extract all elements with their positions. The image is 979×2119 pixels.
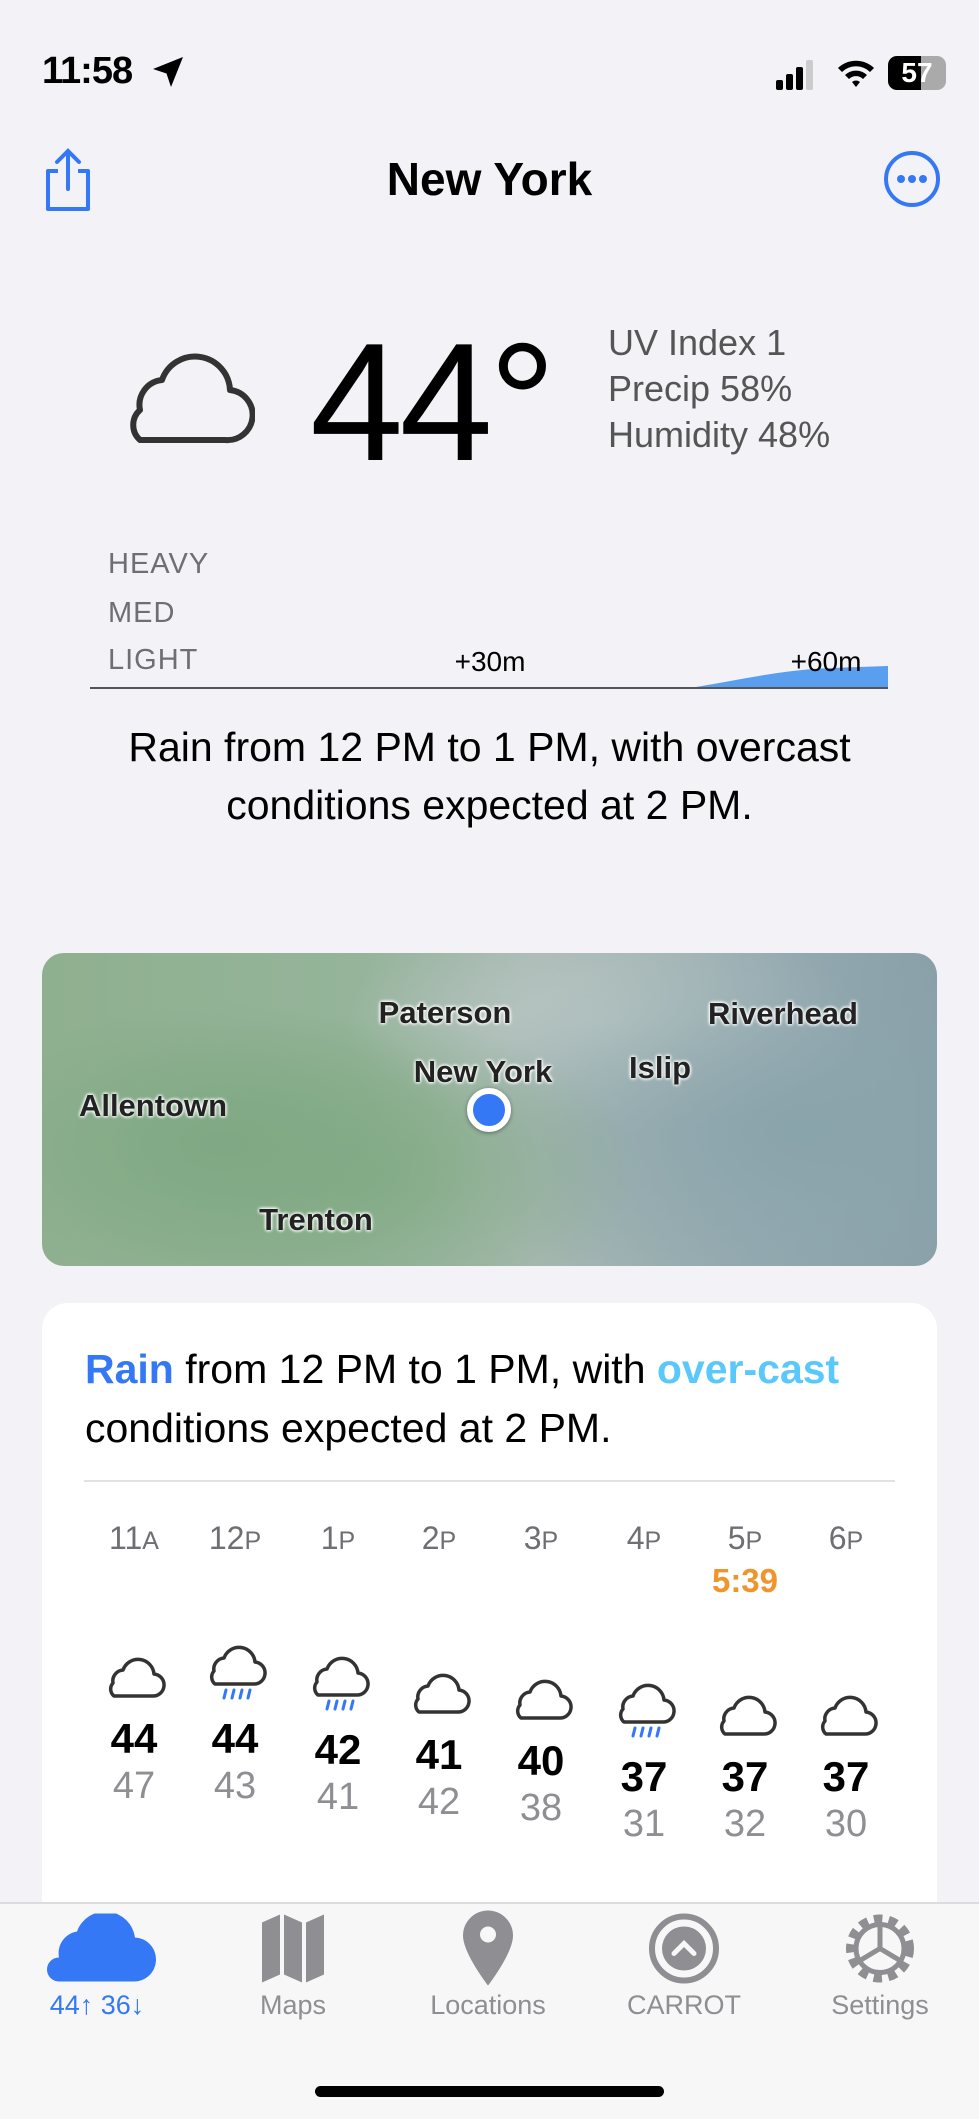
hour-number: 11 (109, 1520, 143, 1556)
current-location-dot (467, 1088, 511, 1132)
precip-summary: Rain from 12 PM to 1 PM, with overcast c… (128, 724, 851, 828)
hourly-feels-like: 47 (112, 1765, 156, 1807)
hour-label: 11A (84, 1520, 184, 1557)
hour-ampm: P (439, 1527, 457, 1555)
hour-number: 12 (208, 1520, 245, 1556)
hourly-feels-like: 32 (723, 1802, 767, 1845)
tab-44-36-[interactable]: 44↑ 36↓ (2, 1990, 192, 2021)
tab-carrot[interactable]: CARROT (589, 1990, 779, 2021)
hourly-temp: 41 (415, 1731, 463, 1779)
cloud-icon (695, 1688, 795, 1757)
sunset-time: 5:39 (711, 1562, 779, 1599)
cloud-icon (796, 1688, 896, 1757)
status-time: 11:58 (42, 50, 133, 92)
tick-60m: +60m (790, 646, 862, 677)
tab-settings[interactable]: Settings (785, 1990, 975, 2021)
battery-indicator: 57 (888, 56, 946, 90)
map-label: Allentown (78, 1088, 228, 1123)
cloud-fill-icon[interactable] (37, 1911, 157, 1989)
hour-label: 12P (185, 1520, 285, 1557)
rain-cloud-icon (288, 1649, 388, 1718)
map-label: New York (413, 1054, 553, 1089)
level-heavy: HEAVY (108, 548, 210, 580)
hourly-temp: 37 (721, 1752, 769, 1800)
hour-label: 5P (695, 1520, 795, 1557)
hour-ampm: P (846, 1527, 864, 1555)
hour-label: 4P (594, 1520, 694, 1557)
summary-text: conditions expected at 2 PM. (85, 1405, 612, 1451)
hour-number: 6 (828, 1520, 847, 1556)
hour-label: 3P (491, 1520, 591, 1557)
location-arrow-icon (153, 57, 183, 87)
hour-ampm: P (541, 1527, 559, 1555)
hourly-temp: 42 (314, 1725, 362, 1773)
summary-text: from 12 PM to 1 PM, with (173, 1346, 657, 1392)
hourly-feels-like: 31 (622, 1802, 666, 1845)
gear-icon[interactable] (845, 1914, 915, 1989)
hourly-feels-like: 43 (213, 1765, 257, 1807)
tab-maps[interactable]: Maps (198, 1990, 388, 2021)
hourly-temp: 44 (110, 1715, 158, 1762)
forecast-summary: Rain from 12 PM to 1 PM, with over-cast … (85, 1340, 885, 1458)
map-label: Trenton (259, 1202, 373, 1237)
hourly-temp: 37 (822, 1752, 870, 1800)
hourly-feels-like: 41 (316, 1775, 360, 1818)
ellipsis-circle-icon[interactable] (883, 150, 941, 208)
hour-label: 1P (288, 1520, 388, 1557)
map-label: Islip (628, 1050, 692, 1085)
hour-label: 6P (796, 1520, 896, 1557)
current-temperature: 44° (310, 308, 556, 496)
hour-ampm: P (338, 1527, 356, 1555)
hour-ampm: A (142, 1527, 159, 1555)
page-title: New York (386, 153, 593, 205)
signal-icon (776, 60, 813, 90)
hour-ampm: P (745, 1527, 763, 1555)
hourly-feels-like: 42 (417, 1781, 461, 1824)
radar-map[interactable]: Paterson New York Islip Riverhead Allent… (42, 953, 937, 1266)
divider (84, 1480, 895, 1482)
map-label: Paterson (378, 995, 512, 1030)
hour-number: 1 (320, 1520, 339, 1556)
cloud-icon (389, 1666, 489, 1735)
cloud-icon (491, 1672, 591, 1741)
overcast-highlight: over-cast (656, 1346, 840, 1392)
humidity: Humidity 48% (608, 414, 831, 455)
cloud-icon (130, 353, 255, 444)
hourly-feels-like: 38 (519, 1786, 563, 1829)
hour-number: 4 (626, 1520, 645, 1556)
hourly-temp: 44 (211, 1715, 259, 1762)
uv-index: UV Index 1 (608, 322, 787, 363)
home-indicator (315, 2086, 664, 2097)
hour-label: 2P (389, 1520, 489, 1557)
level-med: MED (108, 597, 176, 629)
rain-cloud-icon (185, 1638, 285, 1707)
location-pin-icon[interactable] (461, 1909, 515, 1994)
hour-number: 2 (421, 1520, 440, 1556)
tick-30m: +30m (454, 646, 526, 677)
hourly-temp: 37 (620, 1752, 668, 1800)
rain-cloud-icon (594, 1676, 694, 1745)
precip-chance: Precip 58% (608, 368, 793, 409)
hour-ampm: P (644, 1527, 662, 1555)
hourly-feels-like: 30 (824, 1802, 868, 1845)
hour-number: 5 (727, 1520, 746, 1556)
rain-highlight: Rain (85, 1346, 174, 1392)
hour-number: 3 (523, 1520, 542, 1556)
tab-locations[interactable]: Locations (393, 1990, 583, 2021)
hour-ampm: P (244, 1527, 262, 1555)
hourly-temp: 40 (517, 1736, 565, 1784)
wifi-icon (838, 60, 874, 87)
map-icon[interactable] (260, 1913, 326, 1990)
map-label: Riverhead (708, 996, 858, 1031)
carrot-logo-icon[interactable] (648, 1913, 720, 1990)
cloud-icon (84, 1650, 184, 1719)
